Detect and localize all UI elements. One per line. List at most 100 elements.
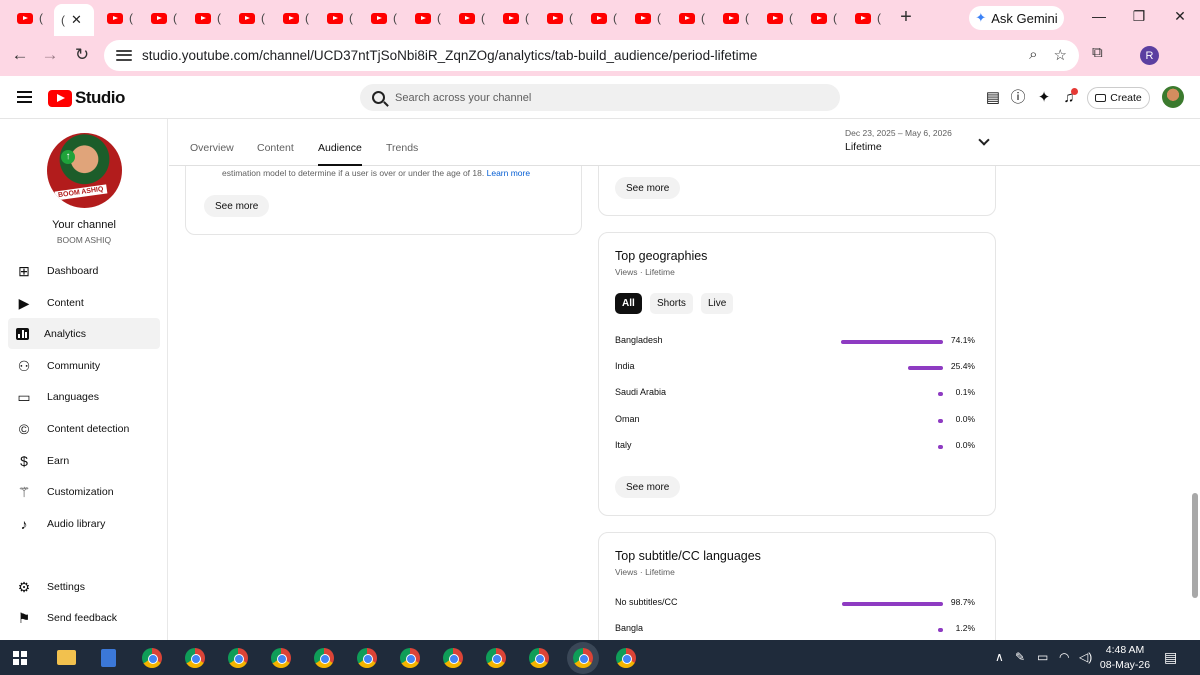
help-icon[interactable]: ⓘ <box>1009 89 1027 107</box>
chrome-profile-icon[interactable] <box>185 648 205 668</box>
browser-tab[interactable]: ( <box>408 5 450 31</box>
chrome-profile-icon[interactable] <box>443 648 463 668</box>
search-icon[interactable] <box>372 91 385 104</box>
sidebar-item-customization[interactable]: ⚚ Customization <box>8 476 160 507</box>
reading-mode-icon[interactable]: ⧉ <box>1092 44 1103 61</box>
browser-tab[interactable]: ( <box>276 5 318 31</box>
tab-overview[interactable]: Overview <box>190 142 234 166</box>
calculator-icon[interactable] <box>101 649 116 667</box>
zoom-search-icon[interactable]: ⌕ <box>1029 46 1037 64</box>
browser-tab[interactable]: ( <box>804 5 846 31</box>
sidebar-item-analytics[interactable]: Analytics <box>8 318 160 349</box>
clock-time[interactable]: 4:48 AM <box>1104 644 1146 656</box>
chrome-profile-icon[interactable] <box>616 648 636 668</box>
url-text[interactable]: studio.youtube.com/channel/UCD37ntTjSoNb… <box>142 48 757 63</box>
browser-tab[interactable]: ( <box>144 5 186 31</box>
battery-icon[interactable]: ▭ <box>1037 650 1048 664</box>
sidebar-item-community[interactable]: ⚇ Community <box>8 350 160 381</box>
browser-tab[interactable]: ( <box>10 5 52 31</box>
chrome-profile-icon[interactable] <box>357 648 377 668</box>
file-explorer-icon[interactable] <box>57 650 76 665</box>
chrome-profile-icon[interactable] <box>486 648 506 668</box>
new-tab-button[interactable]: + <box>896 6 916 29</box>
see-more-button[interactable]: See more <box>615 476 681 498</box>
account-avatar[interactable] <box>1162 86 1184 108</box>
chip-shorts[interactable]: Shorts <box>650 293 693 314</box>
chrome-icon[interactable] <box>529 648 549 668</box>
browser-tab[interactable]: ( <box>364 5 406 31</box>
browser-tab[interactable]: ( <box>100 5 142 31</box>
page-scrollbar[interactable] <box>1192 493 1198 598</box>
tab-content[interactable]: Content <box>257 142 294 166</box>
browser-tab[interactable]: ( <box>672 5 714 31</box>
chrome-profile-icon-active[interactable] <box>573 648 593 668</box>
clock-date[interactable]: 08-May-26 <box>1098 659 1152 671</box>
sidebar-item-send-feedback[interactable]: ⚑ Send feedback <box>8 602 160 633</box>
sidebar-item-content[interactable]: ▶ Content <box>8 287 160 318</box>
see-more-button[interactable]: See more <box>204 195 270 217</box>
close-window-icon[interactable]: ✕ <box>1170 8 1190 25</box>
browser-tab[interactable]: ( <box>848 5 890 31</box>
tab-audience[interactable]: Audience <box>318 142 362 166</box>
browser-tab[interactable]: ( <box>232 5 274 31</box>
chrome-icon[interactable] <box>271 648 291 668</box>
sidebar-item-settings[interactable]: ⚙ Settings <box>8 571 160 602</box>
chrome-profile-icon[interactable] <box>314 648 334 668</box>
bookmark-star-icon[interactable]: ☆ <box>1054 46 1067 64</box>
geography-row: Saudi Arabia 0.1% <box>615 387 975 401</box>
create-button[interactable]: Create <box>1087 87 1150 109</box>
browser-tab[interactable]: ( <box>320 5 362 31</box>
menu-icon[interactable] <box>17 91 32 103</box>
channel-avatar[interactable]: ↑ BOOM ASHIQ <box>47 133 122 208</box>
browser-tab-active[interactable]: (✕ <box>54 4 94 36</box>
see-more-button[interactable]: See more <box>615 177 681 199</box>
sidebar-item-audio-library[interactable]: ♪ Audio library <box>8 508 160 539</box>
chrome-icon[interactable] <box>400 648 420 668</box>
search-input[interactable] <box>395 91 795 104</box>
browser-profile-avatar[interactable]: R <box>1140 46 1159 65</box>
sidebar-item-label: Customization <box>47 485 114 498</box>
minimize-window-icon[interactable]: — <box>1089 8 1109 24</box>
tab-title: ( <box>39 11 43 25</box>
ask-gemini-button[interactable]: ✦ Ask Gemini <box>969 6 1064 30</box>
browser-tab[interactable]: ( <box>540 5 582 31</box>
browser-tab[interactable]: ( <box>628 5 670 31</box>
card-subtitle: Views · Lifetime <box>615 567 675 577</box>
chip-live[interactable]: Live <box>701 293 734 314</box>
windows-start-icon[interactable] <box>13 651 27 665</box>
sidebar-item-languages[interactable]: ▭ Languages <box>8 381 160 412</box>
period-selector[interactable]: Lifetime <box>845 141 882 153</box>
browser-tab[interactable]: ( <box>452 5 494 31</box>
reload-icon[interactable]: ↻ <box>71 45 93 65</box>
browser-tab[interactable]: ( <box>716 5 758 31</box>
sidebar-item-earn[interactable]: $ Earn <box>8 445 160 476</box>
wifi-icon[interactable]: ◠ <box>1059 650 1069 664</box>
chrome-icon[interactable] <box>142 648 162 668</box>
volume-icon[interactable]: ◁) <box>1079 650 1092 664</box>
forward-arrow-icon[interactable]: → <box>39 45 61 65</box>
chevron-up-icon[interactable]: ∧ <box>995 650 1004 664</box>
search-bar[interactable] <box>360 84 840 111</box>
site-info-icon[interactable] <box>116 49 132 63</box>
browser-tab[interactable]: ( <box>188 5 230 31</box>
browser-tab[interactable]: ( <box>760 5 802 31</box>
notification-center-icon[interactable]: ▤ <box>1164 649 1177 666</box>
date-range-text[interactable]: Dec 23, 2025 – May 6, 2026 <box>845 128 952 138</box>
learn-more-link[interactable]: Learn more <box>487 168 530 178</box>
browser-tab[interactable]: ( <box>496 5 538 31</box>
tab-trends[interactable]: Trends <box>386 142 418 166</box>
chip-all[interactable]: All <box>615 293 642 314</box>
studio-logo[interactable]: Studio <box>48 88 125 108</box>
captions-icon[interactable]: ▤ <box>984 89 1002 107</box>
sparkle-icon[interactable]: ✦ <box>1035 89 1053 107</box>
browser-tab[interactable]: ( <box>584 5 626 31</box>
address-bar[interactable]: studio.youtube.com/channel/UCD37ntTjSoNb… <box>104 40 1079 71</box>
chrome-profile-icon[interactable] <box>228 648 248 668</box>
chevron-down-icon[interactable] <box>978 134 990 146</box>
sidebar-item-dashboard[interactable]: ⊞ Dashboard <box>8 255 160 286</box>
pen-icon[interactable]: ✎ <box>1015 650 1025 664</box>
restore-window-icon[interactable]: ❐ <box>1129 8 1149 25</box>
close-tab-icon[interactable]: ✕ <box>71 12 82 28</box>
back-arrow-icon[interactable]: ← <box>9 45 31 65</box>
sidebar-item-content-detection[interactable]: © Content detection <box>8 413 160 444</box>
